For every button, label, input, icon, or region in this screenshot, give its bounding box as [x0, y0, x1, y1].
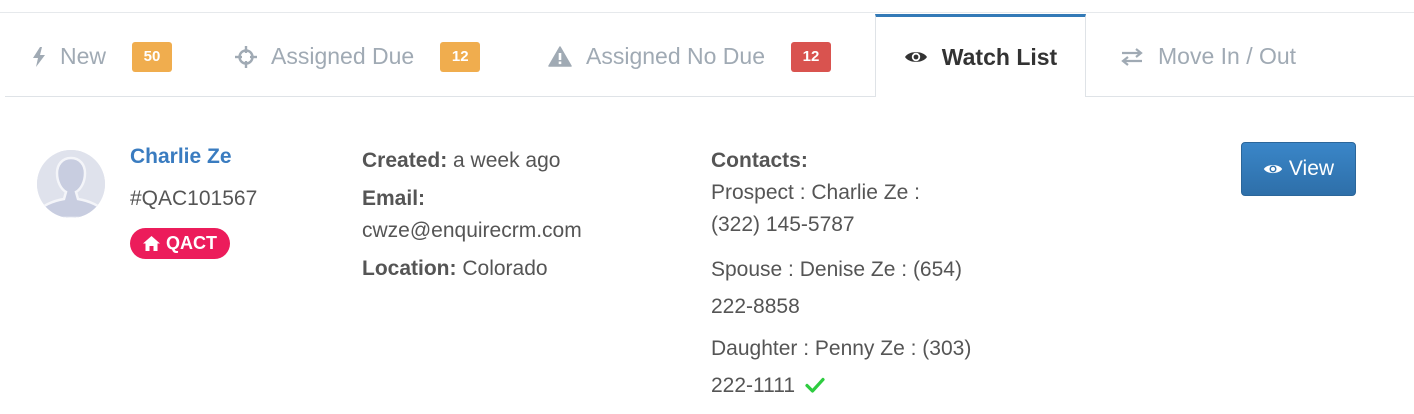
contact-phone: 222-1111: [711, 374, 796, 397]
tab-new[interactable]: New 50: [32, 16, 173, 97]
contact-item: Prospect : Charlie Ze : (322) 145-5787: [711, 177, 1041, 241]
tab-label: Watch List: [941, 43, 1058, 70]
tab-label: Assigned Due: [271, 43, 415, 69]
check-icon: [805, 368, 825, 405]
count-badge: 12: [440, 41, 481, 72]
created-value: a week ago: [453, 149, 561, 172]
tab-watch-list[interactable]: Watch List: [875, 14, 1086, 97]
count-badge: 50: [132, 41, 173, 72]
contacts-list: Contacts: Prospect : Charlie Ze : (322) …: [711, 145, 1041, 410]
record-name-link[interactable]: Charlie Ze: [130, 145, 232, 169]
location-label: Location:: [362, 257, 457, 280]
bolt-icon: [32, 46, 46, 67]
home-icon: [143, 236, 160, 251]
view-button-label: View: [1288, 157, 1335, 180]
tab-move-in-out[interactable]: Move In / Out: [1120, 16, 1296, 97]
record-details: Created: a week ago Email: cwze@enquirec…: [362, 145, 682, 285]
user-silhouette-icon: [37, 150, 105, 218]
contact-item: Daughter : Penny Ze : (303) 222-1111: [711, 330, 1041, 405]
eye-icon: [1263, 162, 1283, 176]
count-badge: 12: [791, 41, 831, 72]
email-label: Email:: [362, 187, 426, 210]
contact-item: Spouse : Denise Ze : (654) 222-8858: [711, 251, 1041, 325]
contact-line: Prospect : Charlie Ze :: [711, 181, 920, 204]
contact-line: Daughter : Penny Ze : (303): [711, 337, 972, 360]
record-code: #QAC101567: [130, 187, 258, 210]
status-badge-label: QACT: [166, 233, 217, 253]
created-label: Created:: [362, 149, 448, 172]
exchange-icon: [1120, 47, 1144, 66]
view-button[interactable]: View: [1241, 142, 1356, 196]
top-divider: [0, 12, 1414, 13]
tab-label: Move In / Out: [1158, 43, 1297, 69]
tab-label: New: [60, 43, 107, 69]
email-value: cwze@enquirecrm.com: [362, 219, 582, 242]
location-value: Colorado: [462, 257, 548, 280]
tab-label: Assigned No Due: [586, 43, 765, 69]
tab-assigned-due[interactable]: Assigned Due 12: [235, 16, 481, 97]
warning-icon: [548, 46, 572, 67]
contacts-label: Contacts:: [711, 149, 808, 172]
contact-line: Spouse : Denise Ze : (654): [711, 258, 962, 281]
crosshairs-icon: [235, 45, 257, 68]
eye-icon: [904, 49, 928, 65]
contact-phone: 222-8858: [711, 295, 800, 318]
status-badge: QACT: [130, 228, 230, 259]
tab-assigned-no-due[interactable]: Assigned No Due 12: [548, 16, 831, 97]
contact-phone: (322) 145-5787: [711, 213, 855, 236]
avatar: [37, 150, 105, 218]
